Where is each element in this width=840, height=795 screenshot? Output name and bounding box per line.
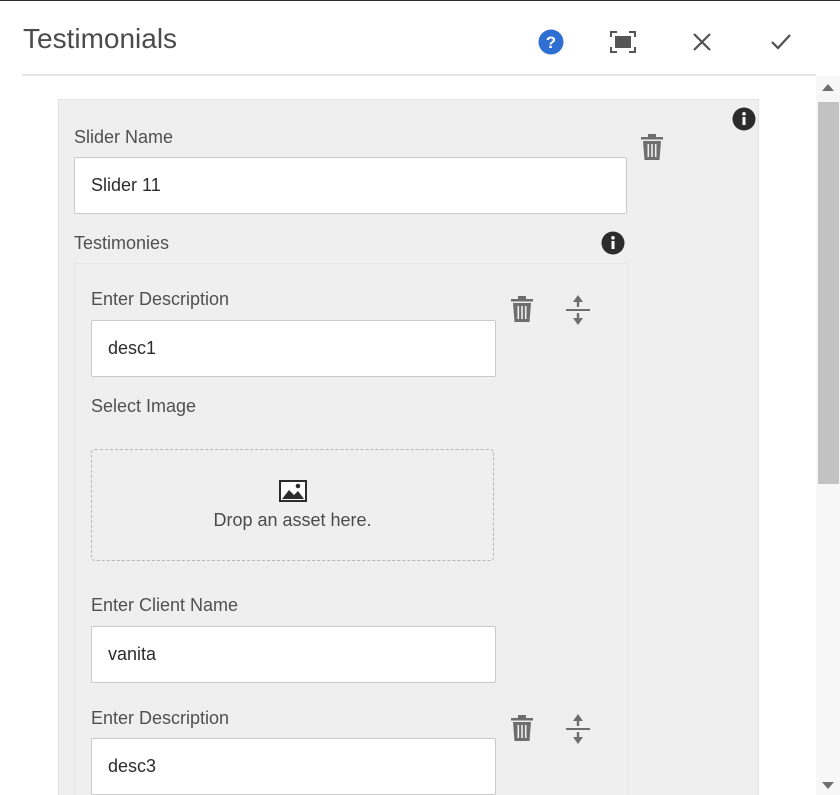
image-dropzone[interactable]: Drop an asset here. (91, 449, 494, 561)
select-image-label: Select Image (91, 396, 197, 416)
vertical-scrollbar[interactable] (816, 76, 840, 795)
image-icon (278, 479, 307, 502)
testimonies-multifield: Enter Description desc1 Select Image Dro… (74, 263, 628, 795)
fullscreen-icon (610, 31, 636, 53)
item-delete-button[interactable] (509, 294, 535, 324)
item-delete-button[interactable] (509, 713, 535, 743)
trash-icon (511, 715, 533, 741)
fullscreen-button[interactable] (606, 25, 640, 59)
confirm-button[interactable] (764, 25, 798, 59)
scroll-down-arrow-icon[interactable] (822, 782, 834, 789)
client-name-label: Enter Client Name (91, 595, 239, 615)
testimonies-info-button[interactable] (600, 230, 626, 256)
trash-icon (511, 296, 533, 322)
dialog-header: Testimonials ? (0, 1, 840, 75)
move-handle-icon (566, 714, 590, 744)
slider-name-label: Slider Name (74, 127, 174, 147)
close-button[interactable] (685, 25, 719, 59)
description-label: Enter Description (91, 708, 230, 728)
move-handle-icon (566, 295, 590, 325)
testimonies-label: Testimonies (74, 233, 170, 253)
client-name-input[interactable] (91, 626, 496, 683)
info-icon (732, 107, 756, 131)
info-icon (601, 231, 625, 255)
slider-name-input[interactable] (74, 157, 627, 214)
slider-delete-button[interactable] (639, 132, 665, 162)
testimonials-dialog: Testimonials ? Slider Name Slider 11 Tes… (0, 0, 840, 795)
help-button[interactable]: ? (534, 25, 568, 59)
dialog-title: Testimonials (23, 23, 178, 54)
help-icon: ? (538, 29, 564, 55)
slider-panel: Slider Name Testimonies (58, 99, 759, 795)
dialog-content: Slider Name Testimonies (22, 76, 816, 795)
dropzone-text: Drop an asset here. (213, 509, 372, 530)
svg-text:?: ? (546, 33, 556, 52)
checkmark-icon (771, 34, 791, 50)
scroll-up-arrow-icon[interactable] (822, 84, 834, 91)
description-input[interactable] (91, 738, 496, 795)
close-icon (693, 33, 711, 51)
scrollbar-thumb[interactable] (818, 102, 839, 484)
trash-icon (641, 134, 663, 160)
description-label: Enter Description (91, 289, 230, 309)
description-input[interactable] (91, 320, 496, 377)
item-reorder-handle[interactable] (565, 713, 591, 745)
item-reorder-handle[interactable] (565, 294, 591, 326)
slider-info-button[interactable] (731, 106, 757, 132)
